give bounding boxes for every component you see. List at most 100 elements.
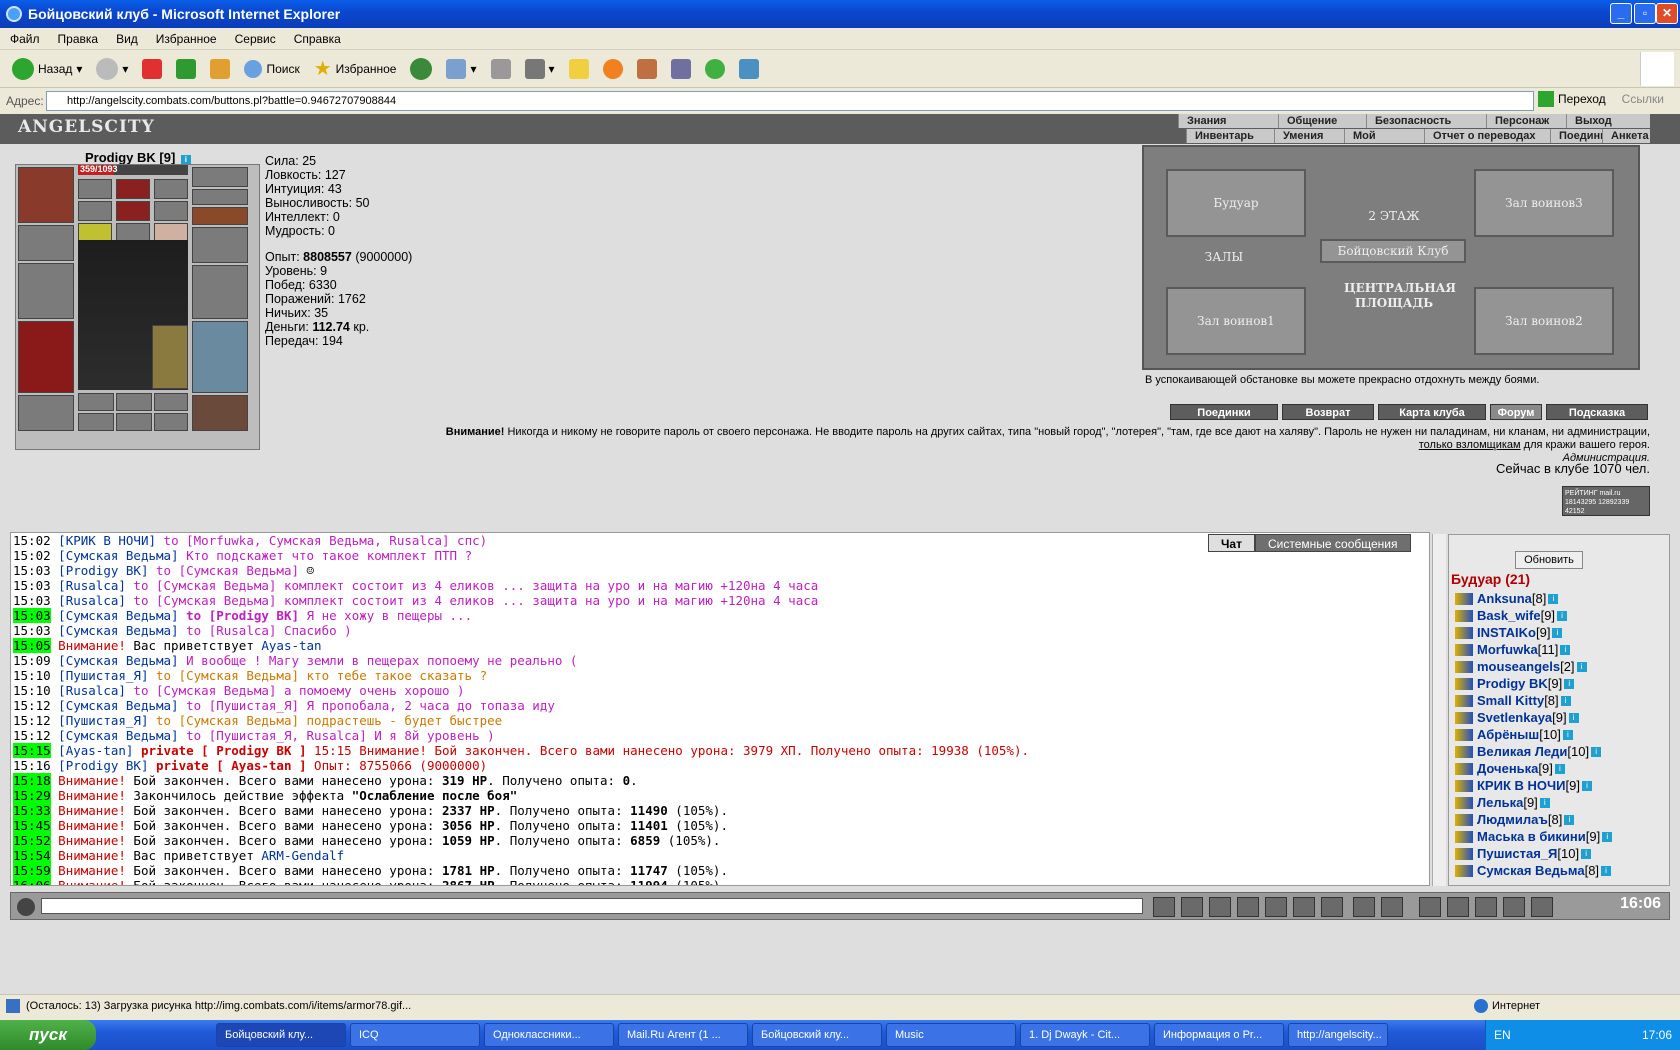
room-warriors-hall-3[interactable]: Зал воинов3	[1474, 169, 1614, 237]
user-list-item[interactable]: Anksuna [8] i	[1455, 590, 1612, 607]
user-name[interactable]: Маська в бикини	[1477, 829, 1586, 844]
bracers-slot[interactable]	[18, 225, 74, 261]
menu-help[interactable]: Справка	[294, 32, 341, 46]
user-name[interactable]: Bask_wife	[1477, 608, 1541, 623]
private-message-icon[interactable]	[1455, 711, 1473, 724]
inventory-slot[interactable]	[116, 179, 150, 199]
tab-system-messages[interactable]: Системные сообщения	[1254, 534, 1411, 552]
info-icon[interactable]: i	[1564, 814, 1575, 825]
user-name[interactable]: Абрёныш	[1477, 727, 1539, 742]
belt-slot[interactable]	[18, 395, 74, 431]
fight-icon[interactable]	[1475, 897, 1497, 917]
user-name[interactable]: Великая Леди	[1477, 744, 1567, 759]
inventory-slot[interactable]	[78, 179, 112, 199]
save-icon[interactable]	[1237, 897, 1259, 917]
favorites-button[interactable]: ★ Избранное	[310, 54, 401, 84]
duels-button[interactable]: Поединки	[1170, 404, 1278, 420]
inventory-slot[interactable]	[116, 201, 150, 221]
private-message-icon[interactable]	[1455, 847, 1473, 860]
chat-nick[interactable]: [Сумская Ведьма]	[58, 698, 178, 713]
info-icon[interactable]: i	[1552, 627, 1563, 638]
user-list-item[interactable]: Пушистая_Я [10] i	[1455, 845, 1612, 862]
info-icon[interactable]: i	[1601, 865, 1612, 876]
user-name[interactable]: Prodigy BK	[1477, 676, 1548, 691]
amulet-slot[interactable]	[192, 189, 248, 205]
user-list-item[interactable]: Svetlenkaya [9] i	[1455, 709, 1612, 726]
chat-nick[interactable]: [Сумская Ведьма]	[58, 548, 178, 563]
info-icon[interactable]: i	[1554, 763, 1565, 774]
nav-duels[interactable]: Поединки	[1550, 129, 1612, 143]
private-message-icon[interactable]	[1455, 864, 1473, 877]
chat-nick[interactable]: [Сумская Ведьма]	[58, 623, 178, 638]
rune-slot[interactable]	[78, 413, 114, 431]
helmet-slot[interactable]	[18, 167, 74, 223]
task-icq[interactable]: ICQ	[350, 1023, 480, 1047]
nav-skills[interactable]: Умения	[1274, 129, 1344, 143]
private-message-icon[interactable]	[1455, 592, 1473, 605]
gloves-slot[interactable]	[192, 227, 248, 263]
chat-input[interactable]	[41, 898, 1143, 914]
chat-nick[interactable]: [Rusalca]	[58, 593, 126, 608]
menu-view[interactable]: Вид	[116, 32, 138, 46]
user-name[interactable]: Svetlenkaya	[1477, 710, 1552, 725]
user-list-item[interactable]: Абрёныш [10] i	[1455, 726, 1612, 743]
font-icon[interactable]	[1293, 897, 1315, 917]
warning-link[interactable]: только взломщикам	[1419, 439, 1521, 451]
private-message-icon[interactable]	[1455, 762, 1473, 775]
nav-communication[interactable]: Общение	[1278, 114, 1366, 128]
rune-slot[interactable]	[116, 393, 152, 411]
rune-slot[interactable]	[154, 413, 188, 431]
home-button[interactable]	[206, 54, 234, 84]
task-mailru-agent[interactable]: Mail.Ru Агент (1 ...	[618, 1023, 748, 1047]
user-list-item[interactable]: Доченька [9] i	[1455, 760, 1612, 777]
rings-slot[interactable]	[192, 207, 248, 225]
inventory-slot[interactable]	[78, 201, 112, 221]
chat-nick[interactable]: [Сумская Ведьма]	[58, 653, 178, 668]
forum-button[interactable]: Форум	[1490, 404, 1542, 420]
send-icon[interactable]	[1153, 897, 1175, 917]
private-message-icon[interactable]	[1455, 728, 1473, 741]
inventory-slot[interactable]	[154, 201, 188, 221]
task-info[interactable]: Информация о Pr...	[1154, 1023, 1284, 1047]
user-name[interactable]: mouseangels	[1477, 659, 1560, 674]
chat-scrollbar[interactable]	[1432, 534, 1446, 886]
return-button[interactable]: Возврат	[1282, 404, 1374, 420]
nav-knowledge[interactable]: Знания	[1178, 114, 1278, 128]
user-name[interactable]: Morfuwka	[1477, 642, 1538, 657]
info-icon[interactable]: i	[1602, 831, 1613, 842]
scroll-icon[interactable]	[1447, 897, 1469, 917]
forward-button[interactable]: ▾	[92, 54, 132, 84]
club-map-button[interactable]: Карта клуба	[1378, 404, 1486, 420]
character-name[interactable]: Prodigy BK [9] i	[85, 150, 191, 165]
smiley-icon[interactable]	[1353, 897, 1375, 917]
room-warriors-hall-2[interactable]: Зал воинов2	[1474, 287, 1614, 355]
user-name[interactable]: Доченька	[1477, 761, 1538, 776]
pet-slot[interactable]	[152, 325, 188, 389]
minimize-button[interactable]: _	[1610, 3, 1632, 24]
links-label[interactable]: Ссылки	[1622, 92, 1664, 106]
user-list-item[interactable]: Small Kitty [8] i	[1455, 692, 1612, 709]
address-input[interactable]: http://angelscity.combats.com/buttons.pl…	[46, 91, 1534, 111]
legs-slot[interactable]	[192, 321, 248, 393]
user-list-item[interactable]: Bask_wife [9] i	[1455, 607, 1612, 624]
icq-button[interactable]	[701, 54, 729, 84]
nav-profile[interactable]: Анкета	[1602, 129, 1650, 143]
private-message-icon[interactable]	[1455, 677, 1473, 690]
chat-nick[interactable]: [Rusalca]	[58, 578, 126, 593]
private-message-icon[interactable]	[1455, 660, 1473, 673]
filter-icon[interactable]	[1209, 897, 1231, 917]
private-message-icon[interactable]	[1455, 643, 1473, 656]
info-icon[interactable]: i	[1581, 848, 1592, 859]
user-name[interactable]: INSTAIKo	[1477, 625, 1536, 640]
bag-icon[interactable]	[1419, 897, 1441, 917]
nav-transfer-report[interactable]: Отчет о переводах	[1424, 129, 1550, 143]
central-square[interactable]: ЦЕНТРАЛЬНАЯ ПЛОЩАДЬ	[1344, 281, 1456, 313]
private-message-icon[interactable]	[1455, 609, 1473, 622]
user-list-item[interactable]: Маська в бикини [9] i	[1455, 828, 1613, 845]
chat-nick[interactable]: [Prodigy BK]	[58, 758, 148, 773]
info-icon[interactable]: i	[1548, 593, 1559, 604]
private-message-icon[interactable]	[1455, 626, 1473, 639]
chat-log[interactable]: 15:02 [КРИК В НОЧИ] to [Morfuwka, Сумска…	[10, 532, 1430, 886]
house-icon[interactable]	[1503, 897, 1525, 917]
user-name[interactable]: Anksuna	[1477, 591, 1532, 606]
